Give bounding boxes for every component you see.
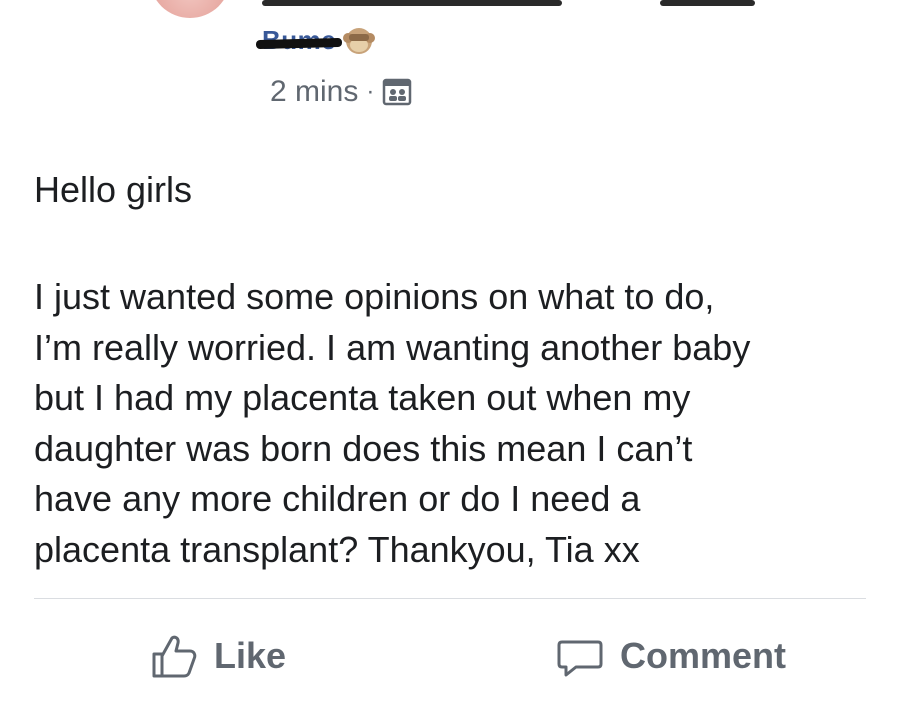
redacted-name-scribble — [262, 0, 562, 6]
comment-label: Comment — [620, 635, 787, 676]
post-body-line: but I had my placenta taken out when my — [34, 377, 691, 418]
comment-button[interactable]: Comment — [554, 630, 786, 682]
avatar[interactable] — [150, 0, 230, 18]
action-divider — [34, 598, 866, 599]
thumbs-up-icon — [152, 635, 197, 678]
redaction-line — [255, 37, 343, 49]
group-icon[interactable] — [382, 77, 412, 107]
meta-separator: · — [366, 78, 375, 105]
post-greeting: Hello girls — [34, 169, 193, 210]
timestamp[interactable]: 2 mins — [270, 75, 358, 109]
comment-bubble-icon — [557, 640, 603, 677]
post-body-line: have any more children or do I need a — [34, 478, 641, 519]
post-meta: 2 mins · — [270, 75, 412, 109]
author-row: Bume — [255, 22, 376, 58]
author-name[interactable]: Bume — [255, 25, 343, 56]
post-body-line: daughter was born does this mean I can’t — [34, 427, 693, 469]
like-button[interactable]: Like — [148, 630, 286, 682]
post-body-line: placenta transplant? Thankyou, Tia xx — [34, 528, 640, 570]
post-body: I just wanted some opinions on what to d… — [34, 272, 874, 575]
like-label: Like — [214, 635, 287, 676]
redacted-name-scribble — [660, 0, 755, 6]
post-body-line: I’m really worried. I am wanting another… — [34, 326, 751, 368]
post-body-line: I just wanted some opinions on what to d… — [34, 276, 715, 317]
see-no-evil-emoji-icon — [343, 28, 376, 54]
